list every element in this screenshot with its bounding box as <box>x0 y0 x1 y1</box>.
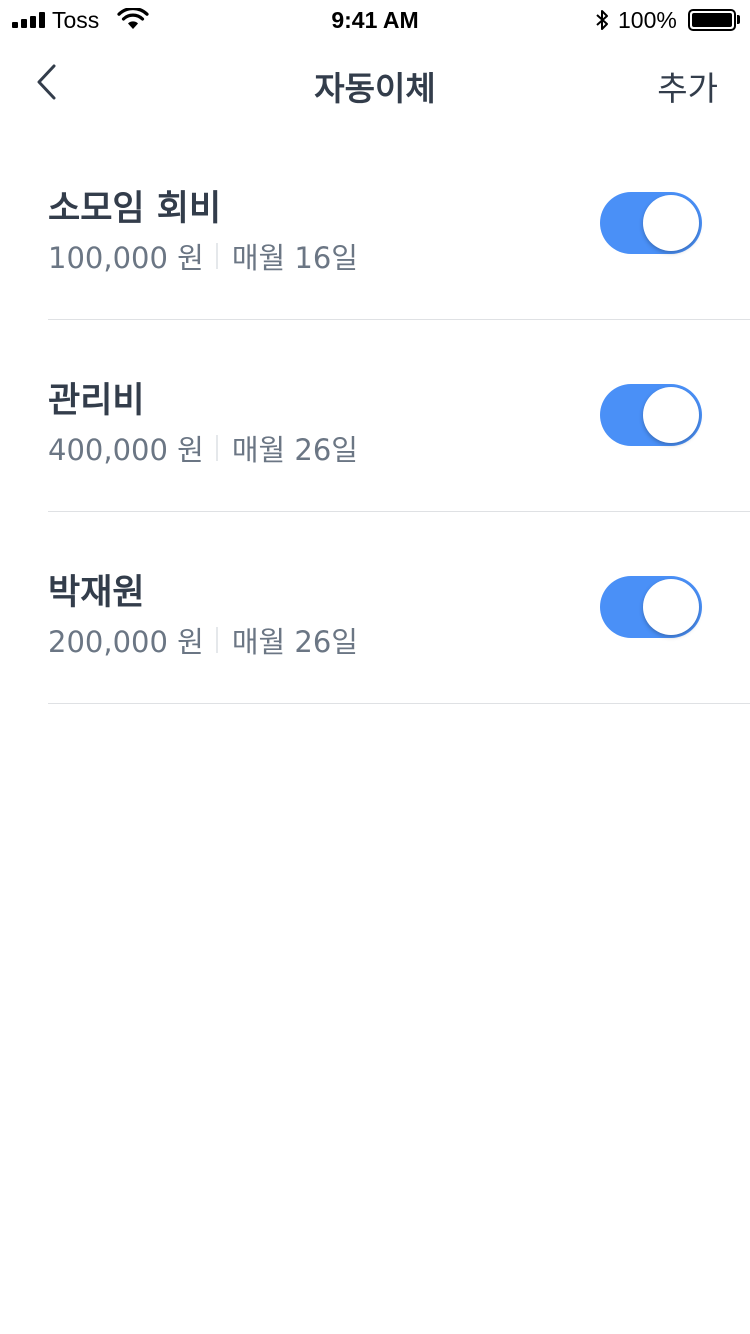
battery-icon <box>688 9 736 31</box>
battery-cap <box>737 15 740 24</box>
divider <box>215 243 218 269</box>
enable-toggle[interactable] <box>600 192 702 254</box>
transfer-schedule: 매월 16일 <box>231 241 358 275</box>
divider <box>215 435 218 461</box>
list-item[interactable]: 박재원 200,000 원 매월 26일 <box>0 512 750 704</box>
battery-level <box>692 13 732 27</box>
transfer-details: 200,000 원 매월 26일 <box>48 619 358 661</box>
transfer-schedule: 매월 26일 <box>231 433 358 467</box>
transfer-name: 관리비 <box>48 381 145 421</box>
enable-toggle[interactable] <box>600 576 702 638</box>
list-item[interactable]: 관리비 400,000 원 매월 26일 <box>0 320 750 512</box>
screen: Toss 9:41 AM 100% 자동이체 추가 소모임 회비 100,000… <box>0 0 750 1334</box>
transfer-name: 소모임 회비 <box>48 189 222 229</box>
bluetooth-icon <box>596 10 608 30</box>
nav-bar: 자동이체 추가 <box>0 40 750 128</box>
status-bar: Toss 9:41 AM 100% <box>0 0 750 40</box>
divider <box>215 627 218 653</box>
transfer-name: 박재원 <box>48 573 145 613</box>
list-item[interactable]: 소모임 회비 100,000 원 매월 16일 <box>0 128 750 320</box>
toggle-knob <box>643 195 699 251</box>
transfer-details: 100,000 원 매월 16일 <box>48 235 358 277</box>
auto-transfer-list: 소모임 회비 100,000 원 매월 16일 관리비 400,000 원 매월… <box>0 128 750 704</box>
transfer-amount: 200,000 원 <box>48 625 204 659</box>
enable-toggle[interactable] <box>600 384 702 446</box>
transfer-schedule: 매월 26일 <box>231 625 358 659</box>
toggle-knob <box>643 579 699 635</box>
toggle-knob <box>643 387 699 443</box>
transfer-amount: 400,000 원 <box>48 433 204 467</box>
transfer-amount: 100,000 원 <box>48 241 204 275</box>
transfer-details: 400,000 원 매월 26일 <box>48 427 358 469</box>
add-button[interactable]: 추가 <box>657 62 718 110</box>
page-title: 자동이체 <box>314 69 436 108</box>
battery-percent: 100% <box>618 7 677 33</box>
